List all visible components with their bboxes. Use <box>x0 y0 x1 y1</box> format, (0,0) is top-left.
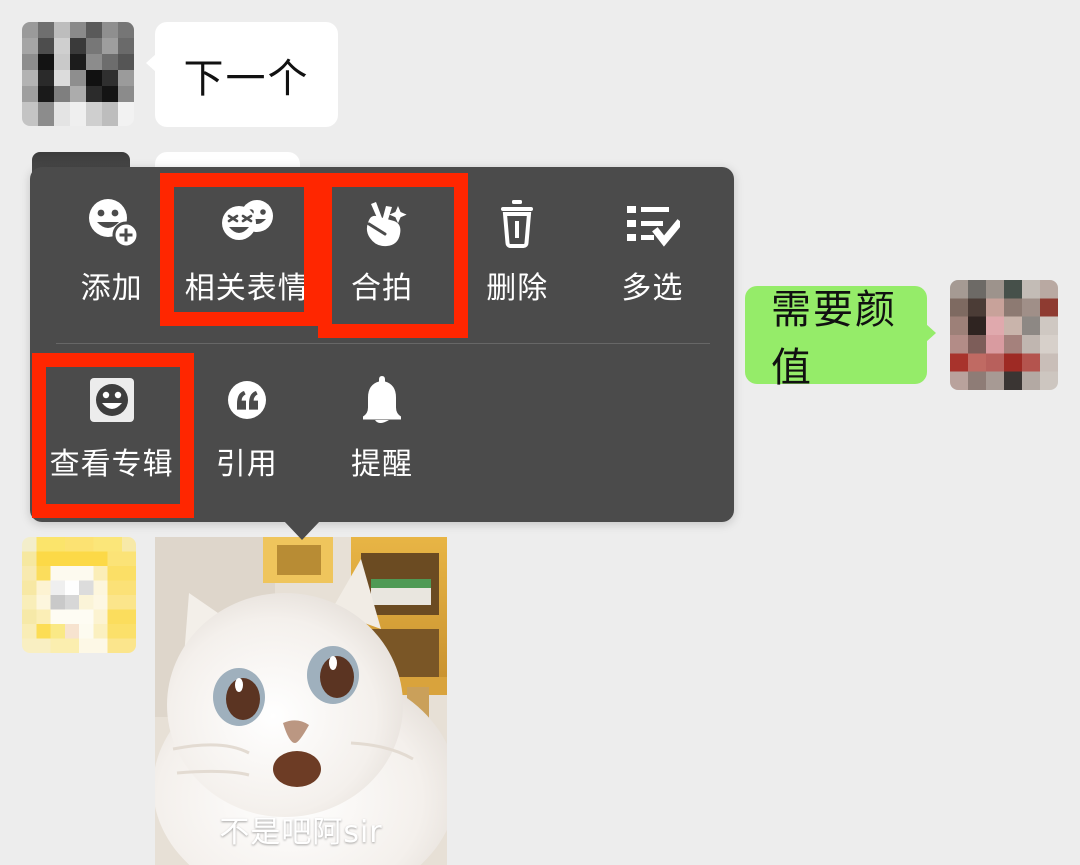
avatar[interactable] <box>950 280 1058 390</box>
pixelated-avatar-image <box>22 537 136 653</box>
sticker-image[interactable]: 不是吧阿sir <box>155 537 447 865</box>
message-text: 需要颜值 <box>771 287 897 391</box>
menu-divider <box>56 343 710 344</box>
message-bubble-outgoing[interactable]: 需要颜值 <box>745 286 936 391</box>
message-text: 下一个 <box>183 55 310 102</box>
quote-icon <box>221 369 273 431</box>
menu-item-add[interactable]: 添加 <box>44 193 179 313</box>
menu-item-label: 删除 <box>486 271 549 306</box>
avatar[interactable] <box>22 537 136 653</box>
menu-item-delete[interactable]: 删除 <box>450 193 585 313</box>
annotation-box-related-emoji <box>160 173 318 326</box>
chat-screen: 下一个 需要颜值 不是吧阿sir 添加 相关表情 合拍 删除 多选 查看专辑 引… <box>0 0 1080 865</box>
bell-icon <box>356 369 408 431</box>
menu-item-empty <box>450 369 585 489</box>
trash-icon <box>493 193 541 255</box>
menu-item-label: 添加 <box>80 271 143 306</box>
menu-item-quote[interactable]: 引用 <box>179 369 314 489</box>
menu-item-remind[interactable]: 提醒 <box>314 369 449 489</box>
annotation-box-view-album <box>32 353 194 518</box>
menu-item-empty <box>585 369 720 489</box>
pixelated-avatar-image <box>950 280 1058 390</box>
multi-select-icon <box>624 193 681 255</box>
menu-item-multi-select[interactable]: 多选 <box>585 193 720 313</box>
pixelated-avatar-image <box>22 22 134 126</box>
avatar[interactable] <box>22 22 134 126</box>
context-menu-tail <box>284 521 320 540</box>
add-emoji-icon <box>84 193 140 255</box>
menu-item-label: 引用 <box>215 447 278 482</box>
annotation-box-duet <box>318 173 468 338</box>
menu-item-label: 多选 <box>621 271 684 306</box>
sticker-caption: 不是吧阿sir <box>219 815 383 850</box>
message-bubble-incoming[interactable]: 下一个 <box>146 22 338 127</box>
menu-item-label: 提醒 <box>351 447 413 482</box>
